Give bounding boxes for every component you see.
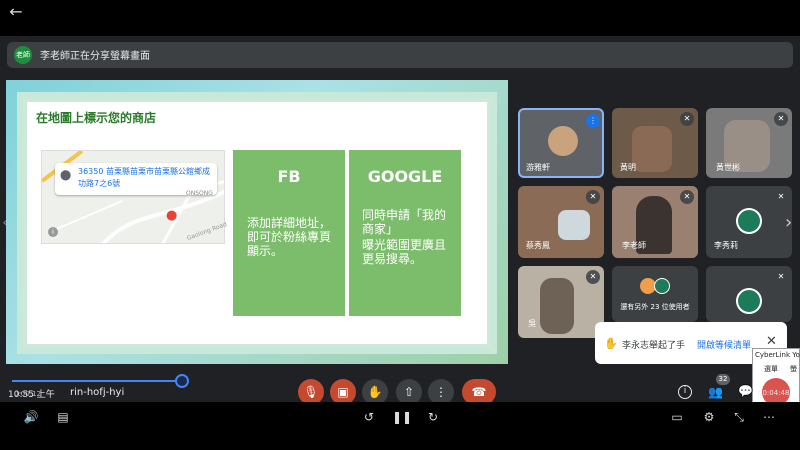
participant-tile[interactable]: ⋮ 游雅軒 [518, 108, 604, 178]
more-participants-text: 還有另外 23 位使用者 [620, 303, 690, 311]
video-feed [632, 126, 672, 172]
more-icon[interactable]: ⋯ [760, 410, 778, 424]
youcam-tab-menu[interactable]: 選單 [764, 364, 778, 374]
info-icon: i [48, 227, 58, 237]
mic-off-icon: ✕ [680, 190, 694, 204]
participant-name: 李老師 [622, 241, 646, 250]
google-box: GOOGLE 同時申請「我的商家」 曝光範圍更廣且更易搜尋。 [349, 150, 461, 316]
map-address-text: 36350 苗栗縣苗栗市苗栗縣公館鄉成功路7之6號 [78, 167, 210, 188]
participant-tile[interactable]: ✕ [706, 266, 792, 322]
participant-count-badge: 32 [716, 374, 730, 385]
presenter-avatar: 老師 [14, 46, 32, 64]
participant-tile[interactable]: ✕ 蔡秀鳳 [518, 186, 604, 258]
participant-tile[interactable]: ✕ 黃世彬 [706, 108, 792, 178]
mic-off-icon: ✕ [586, 270, 600, 284]
google-body-2: 曝光範圍更廣且更易搜尋。 [362, 238, 447, 266]
fb-box: FB 添加詳細地址，即可於粉絲專頁顯示。 [233, 150, 345, 316]
participant-name: 黃明 [620, 163, 636, 172]
info-icon[interactable]: i [678, 385, 692, 399]
participant-name: 李秀莉 [714, 241, 738, 250]
playback-scrubber[interactable] [175, 374, 189, 388]
youcam-title: CyberLink YouCam (10 [755, 351, 800, 359]
participant-tile[interactable]: ✕ 吳 [518, 266, 604, 338]
google-body-1: 同時申請「我的商家」 [362, 208, 447, 236]
fb-title: FB [277, 167, 301, 186]
slide-title: 在地圖上標示您的商店 [36, 111, 157, 125]
right-timer: 00:04:48 [758, 389, 790, 397]
avatar [736, 208, 762, 234]
video-feed [540, 278, 574, 334]
location-pin-icon: ⬤ [60, 170, 72, 181]
chat-icon[interactable]: 💬 [738, 384, 753, 398]
map-place-label: ONSONG [186, 190, 213, 197]
raise-hand-text: 李永志舉起了手 [622, 341, 686, 351]
participant-name: 蔡秀鳳 [526, 241, 550, 250]
participant-name: 黃世彬 [716, 163, 740, 172]
mic-off-icon: ✕ [586, 190, 600, 204]
exit-fullscreen-icon[interactable]: ⤡ [730, 410, 748, 425]
mic-off-icon: ✕ [774, 112, 788, 126]
mic-off-icon: ✕ [774, 270, 788, 284]
meeting-code: rin-hofj-hyi [70, 387, 125, 398]
youcam-tab-2[interactable]: 螢 [790, 364, 797, 374]
participant-name: 游雅軒 [526, 163, 550, 172]
people-icon[interactable]: 👥 [708, 385, 723, 399]
avatar [736, 288, 762, 314]
speaking-indicator-icon: ⋮ [586, 114, 600, 128]
mic-off-icon: ✕ [680, 112, 694, 126]
settings-icon[interactable]: ⚙ [700, 410, 718, 424]
pause-icon[interactable]: ❚❚ [392, 410, 412, 424]
participant-name: 吳 [528, 319, 536, 328]
participant-tile[interactable]: ✕ 李秀莉 [706, 186, 792, 258]
playback-progress[interactable] [12, 380, 182, 382]
avatar [548, 126, 578, 156]
mic-off-icon: ✕ [774, 190, 788, 204]
google-title: GOOGLE [367, 167, 443, 186]
captions-icon[interactable]: ▤ [54, 410, 72, 424]
presentation-status-text: 李老師正在分享螢幕畫面 [40, 51, 150, 62]
back-arrow-icon[interactable]: ← [6, 2, 26, 22]
chevron-right-icon[interactable]: › [785, 212, 792, 233]
forward-30-icon[interactable]: ↻ [424, 410, 442, 424]
map-marker-icon: ● [166, 208, 178, 223]
rewind-10-icon[interactable]: ↺ [360, 410, 378, 424]
top-bar [0, 0, 800, 36]
volume-icon[interactable]: 🔊 [22, 410, 40, 424]
picture-in-picture-icon[interactable]: ▭ [668, 410, 686, 424]
video-feed [558, 210, 590, 240]
participant-tile[interactable]: ✕ 黃明 [612, 108, 698, 178]
participant-tile[interactable]: ✕ 李老師 [612, 186, 698, 258]
raise-hand-icon: ✋ [604, 337, 618, 350]
fb-body: 添加詳細地址，即可於粉絲專頁顯示。 [247, 216, 332, 258]
avatar [654, 278, 670, 294]
close-icon[interactable]: ✕ [766, 334, 777, 349]
open-queue-link[interactable]: 開啟等候清單 [697, 338, 751, 351]
more-participants-tile[interactable]: 還有另外 23 位使用者 [612, 266, 698, 322]
elapsed-time: 0:00:12 [14, 390, 41, 398]
